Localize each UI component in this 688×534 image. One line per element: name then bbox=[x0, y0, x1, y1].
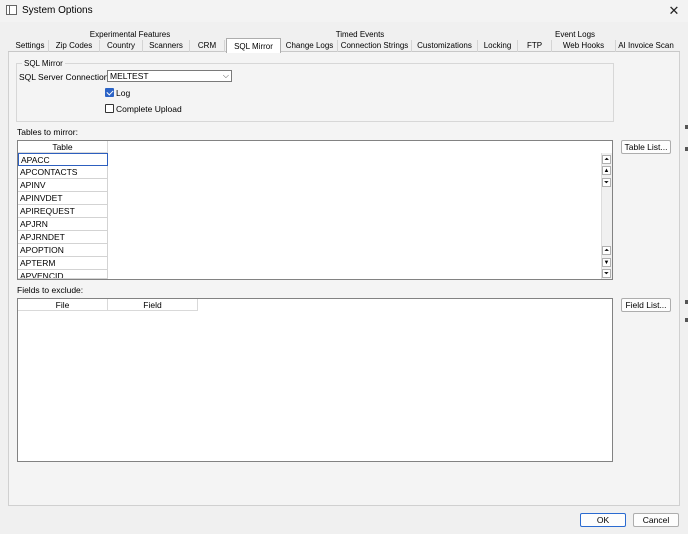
complete-upload-checkbox[interactable] bbox=[105, 104, 114, 113]
table-row[interactable]: APINVDET bbox=[18, 192, 108, 205]
title-bar bbox=[0, 0, 688, 22]
table-row[interactable]: APACC bbox=[18, 153, 108, 166]
tab-web-hooks[interactable]: Web Hooks bbox=[552, 40, 616, 52]
ok-button[interactable]: OK bbox=[580, 513, 626, 527]
table-list-button[interactable]: Table List... bbox=[621, 140, 671, 154]
table-column-header[interactable]: Table bbox=[18, 141, 108, 153]
fields-grid[interactable] bbox=[17, 298, 613, 462]
table-row[interactable]: APJRN bbox=[18, 218, 108, 231]
tab-settings[interactable]: Settings bbox=[12, 40, 49, 52]
move-up-fast-icon[interactable]: ⏶ bbox=[602, 246, 611, 255]
tab-sql-mirror[interactable]: SQL Mirror bbox=[226, 38, 281, 53]
tab-connection-strings[interactable]: Connection Strings bbox=[338, 40, 412, 52]
app-icon bbox=[6, 5, 17, 15]
tab-crm[interactable]: CRM bbox=[190, 40, 225, 52]
tab-zip-codes[interactable]: Zip Codes bbox=[49, 40, 100, 52]
group-label: SQL Mirror bbox=[22, 59, 65, 68]
tab-locking[interactable]: Locking bbox=[478, 40, 518, 52]
table-row[interactable]: APOPTION bbox=[18, 244, 108, 257]
table-row[interactable]: APJRNDET bbox=[18, 231, 108, 244]
log-label: Log bbox=[116, 88, 131, 98]
fields-label: Fields to exclude: bbox=[17, 285, 84, 295]
log-checkbox[interactable] bbox=[105, 88, 114, 97]
move-bottom-icon[interactable]: ⏷ bbox=[602, 269, 611, 278]
chevron-down-icon[interactable]: ⌵ bbox=[223, 71, 229, 81]
move-down-icon[interactable]: ▼ bbox=[602, 258, 611, 267]
table-row[interactable]: APCONTACTS bbox=[18, 166, 108, 179]
tab-experimental-features[interactable]: Experimental Features bbox=[85, 30, 175, 39]
window-title: System Options bbox=[22, 5, 93, 16]
table-row[interactable]: APINV bbox=[18, 179, 108, 192]
tab-event-logs[interactable]: Event Logs bbox=[545, 30, 605, 39]
tab-timed-events[interactable]: Timed Events bbox=[325, 30, 395, 39]
tables-label: Tables to mirror: bbox=[17, 127, 78, 137]
table-row[interactable]: APTERM bbox=[18, 257, 108, 270]
tab-ai-invoice-scan[interactable]: AI Invoice Scan bbox=[616, 40, 676, 52]
move-top-icon[interactable]: ⏶ bbox=[602, 155, 611, 164]
tab-country[interactable]: Country bbox=[100, 40, 143, 52]
connection-value: MELTEST bbox=[110, 71, 149, 81]
complete-upload-label: Complete Upload bbox=[116, 104, 182, 114]
field-column-header[interactable]: Field bbox=[108, 299, 198, 311]
table-row[interactable]: APVENCID bbox=[18, 270, 108, 279]
file-column-header[interactable]: File bbox=[18, 299, 108, 311]
close-icon[interactable]: ✕ bbox=[664, 2, 684, 20]
tab-change-logs[interactable]: Change Logs bbox=[282, 40, 338, 52]
tab-ftp[interactable]: FTP bbox=[518, 40, 552, 52]
connection-combobox[interactable]: MELTEST ⌵ bbox=[107, 70, 232, 82]
tab-customizations[interactable]: Customizations bbox=[412, 40, 478, 52]
move-up-icon[interactable]: ▲ bbox=[602, 166, 611, 175]
move-down-fast-icon[interactable]: ⏷ bbox=[602, 178, 611, 187]
field-list-button[interactable]: Field List... bbox=[621, 298, 671, 312]
table-row[interactable]: APIREQUEST bbox=[18, 205, 108, 218]
tab-scanners[interactable]: Scanners bbox=[143, 40, 190, 52]
cancel-button[interactable]: Cancel bbox=[633, 513, 679, 527]
